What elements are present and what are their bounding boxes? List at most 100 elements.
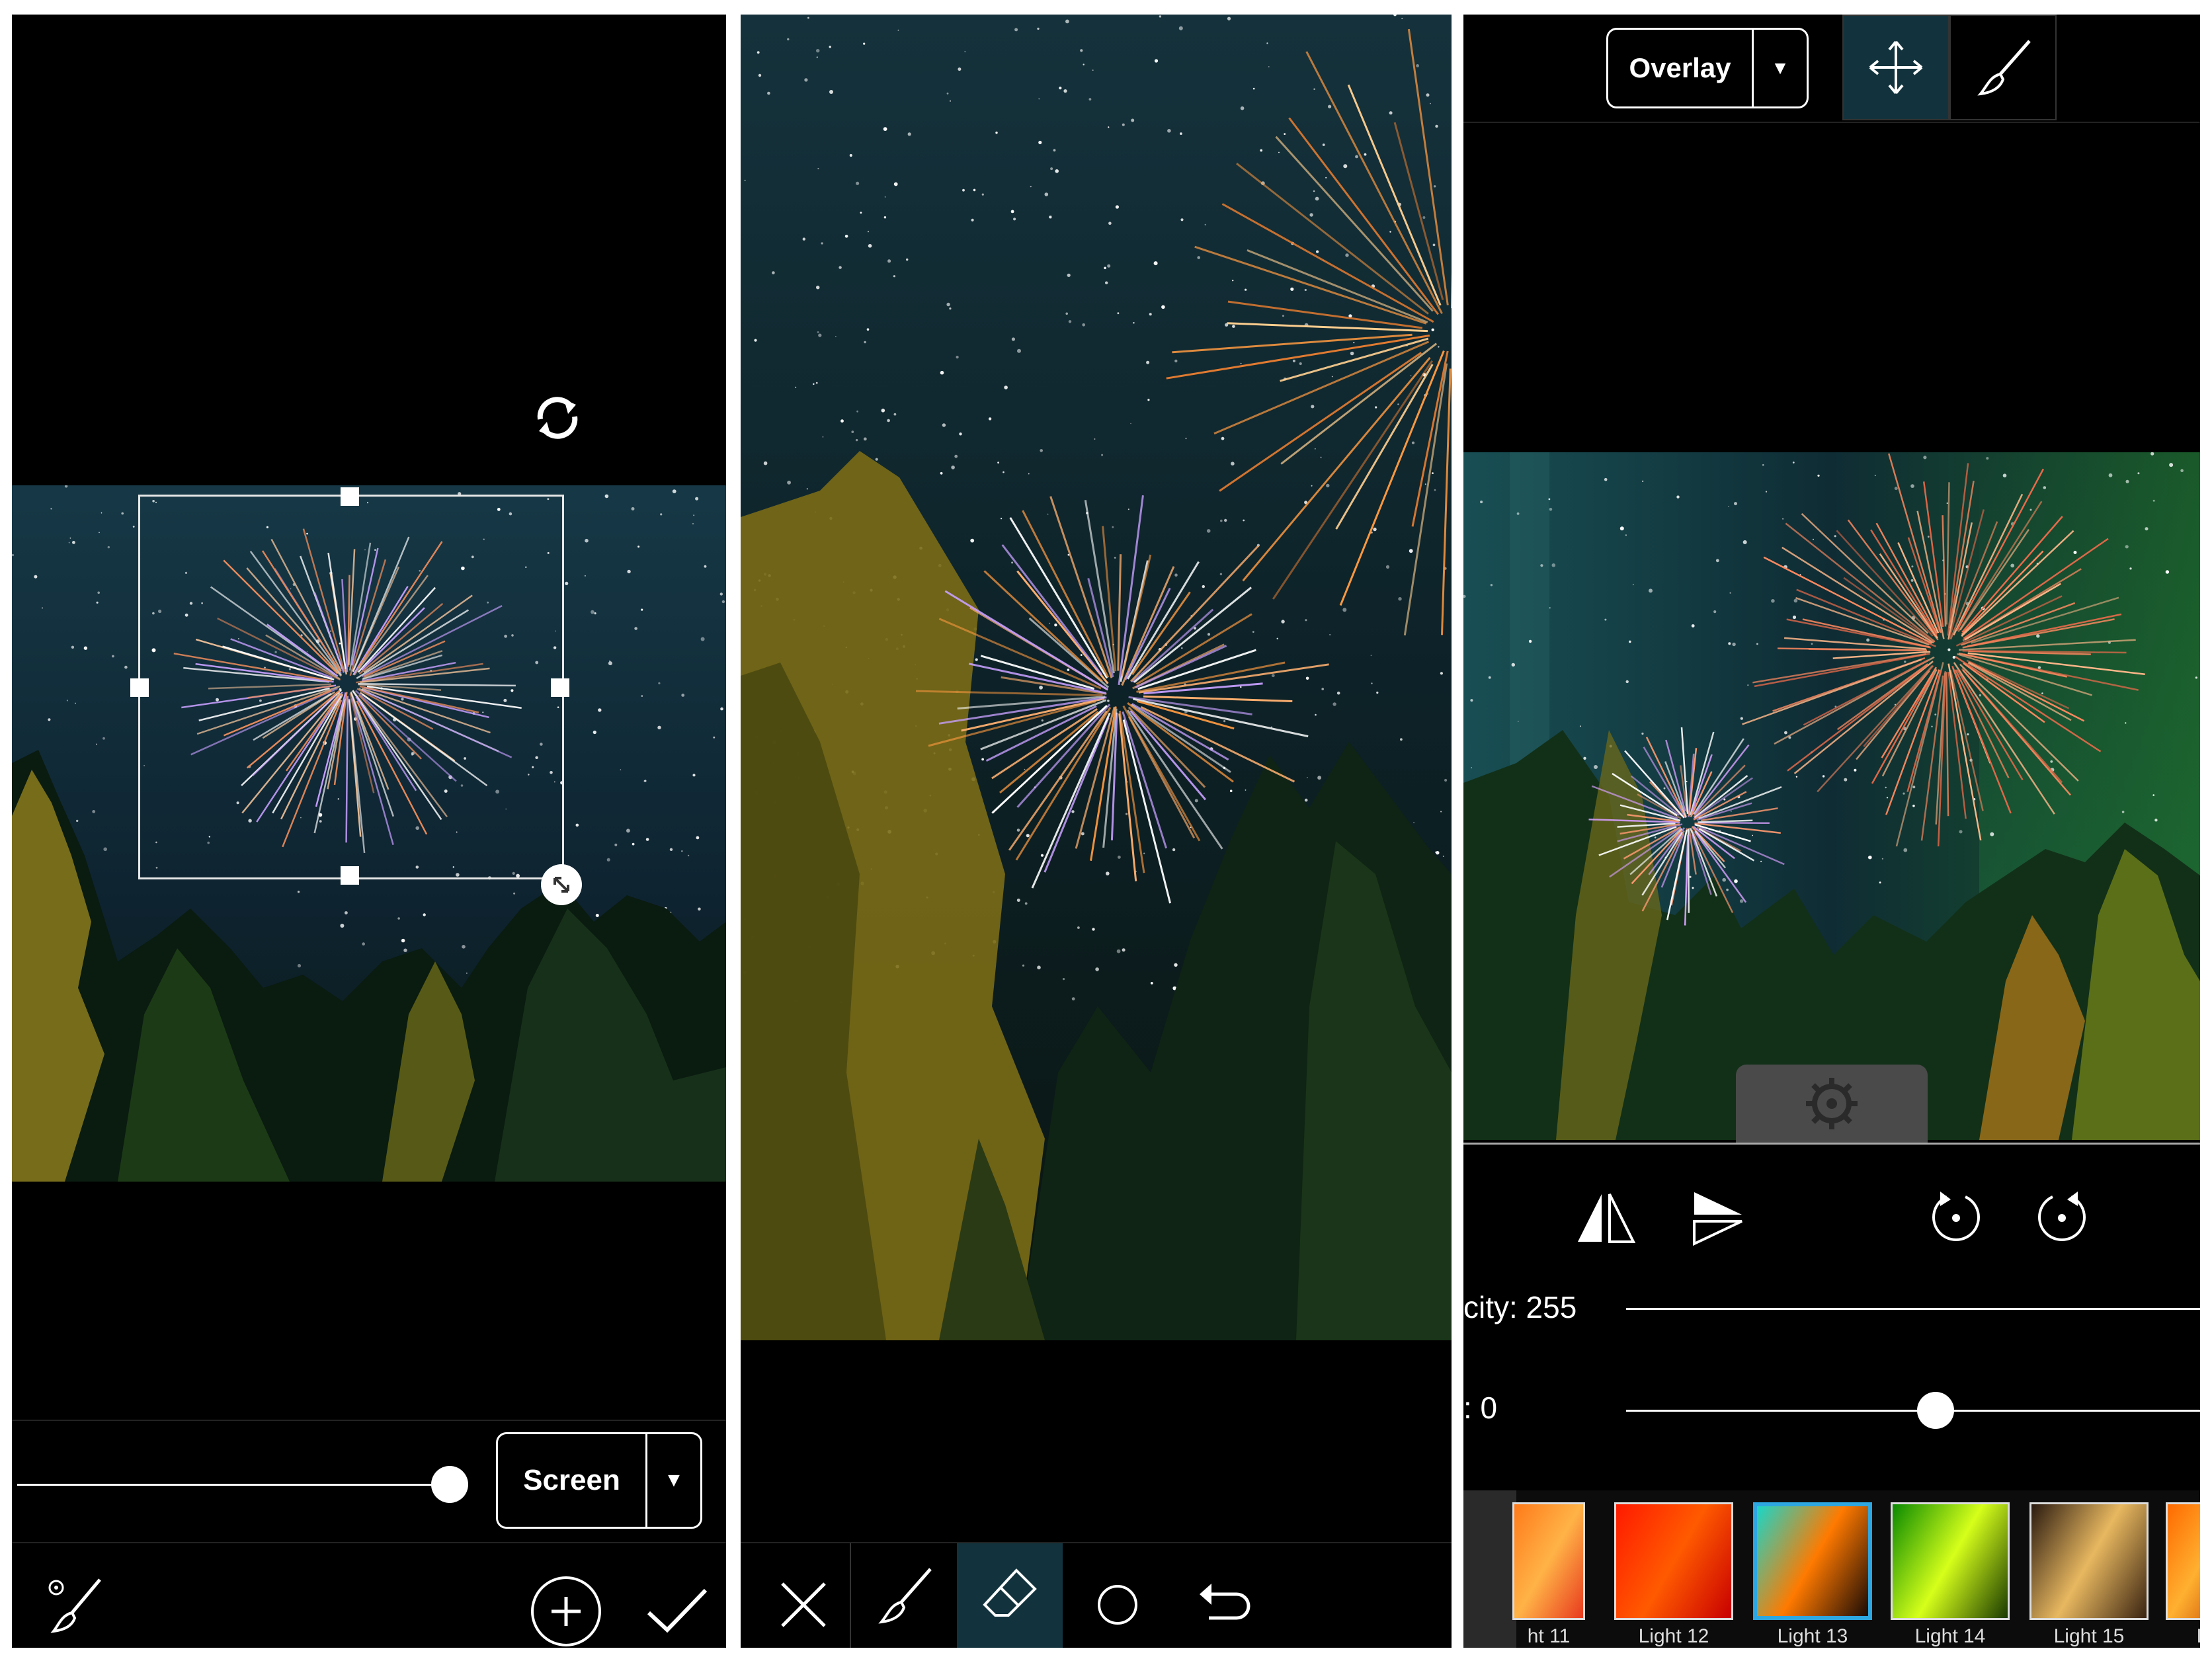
photo-canvas[interactable] — [1463, 452, 2200, 1140]
layer-bounding-box[interactable] — [138, 495, 564, 879]
star — [1739, 899, 1744, 903]
star — [1081, 832, 1085, 836]
thumbnail-item[interactable]: Light 12 — [1614, 1502, 1733, 1648]
star — [76, 819, 79, 823]
star — [695, 497, 699, 501]
star — [1422, 216, 1426, 219]
star — [2010, 563, 2015, 568]
star — [1817, 474, 1820, 477]
star — [875, 458, 878, 461]
star — [1016, 829, 1020, 832]
thumbnail-item[interactable]: L — [2166, 1502, 2200, 1648]
star — [1011, 337, 1015, 341]
star — [631, 507, 635, 510]
star — [1282, 315, 1285, 317]
star — [68, 542, 70, 544]
star — [637, 546, 640, 548]
star — [1153, 261, 1158, 266]
star — [1154, 59, 1159, 63]
close-icon[interactable] — [760, 1562, 846, 1648]
photo-canvas[interactable] — [741, 15, 1452, 1340]
handle-top[interactable] — [341, 487, 359, 506]
star — [1118, 856, 1121, 859]
star — [1442, 856, 1444, 857]
star — [1516, 512, 1520, 515]
star — [1105, 281, 1108, 284]
star — [1762, 464, 1764, 466]
star — [1290, 287, 1294, 291]
thumbnail-label: Light 14 — [1914, 1625, 1986, 1647]
star — [1734, 879, 1738, 883]
brush-icon[interactable] — [1949, 15, 2057, 120]
second-slider-track[interactable] — [1626, 1410, 2200, 1412]
flip-vertical-icon[interactable] — [1682, 1185, 1754, 1251]
checkmark-icon[interactable] — [640, 1575, 713, 1648]
star — [1116, 949, 1121, 953]
eraser-icon[interactable] — [957, 1543, 1063, 1648]
star — [1232, 325, 1235, 328]
star — [1122, 948, 1126, 952]
star — [864, 341, 866, 344]
star — [1106, 871, 1110, 875]
star — [1321, 688, 1324, 690]
brush-settings-icon[interactable] — [38, 1568, 111, 1641]
handle-right[interactable] — [551, 678, 569, 697]
star — [1161, 305, 1165, 309]
star — [1071, 997, 1075, 1000]
opacity-slider-track[interactable] — [17, 1484, 454, 1486]
star — [1185, 437, 1187, 440]
star — [1325, 177, 1327, 179]
opacity-slider-knob[interactable] — [431, 1466, 468, 1503]
star — [97, 591, 100, 594]
star — [1206, 529, 1211, 533]
star — [1088, 98, 1092, 101]
add-icon[interactable] — [531, 1576, 601, 1646]
star — [958, 67, 962, 71]
resize-icon[interactable] — [541, 864, 582, 905]
rotate-icon[interactable] — [528, 388, 587, 448]
star — [1219, 573, 1223, 575]
star — [2050, 760, 2053, 763]
rotate-right-icon[interactable] — [2026, 1185, 2098, 1251]
circle-icon[interactable] — [1078, 1562, 1157, 1648]
rotate-left-icon[interactable] — [1920, 1185, 1992, 1251]
star — [594, 612, 596, 615]
star — [1740, 717, 1743, 720]
opacity-slider-track[interactable] — [1626, 1308, 2200, 1310]
handle-bottom[interactable] — [341, 866, 359, 885]
brush-icon[interactable] — [850, 1543, 958, 1648]
undo-icon[interactable] — [1184, 1562, 1270, 1648]
star — [981, 758, 984, 761]
handle-left[interactable] — [130, 678, 149, 697]
thumbnail-label: Light 15 — [2053, 1625, 2125, 1647]
star — [2043, 486, 2047, 489]
thumbnail-label: Light 12 — [1638, 1625, 1709, 1647]
thumbnail-item[interactable]: ht 11 — [1512, 1502, 1585, 1648]
star — [1232, 280, 1234, 282]
star — [1313, 88, 1315, 91]
thumbnail-item[interactable]: Light 14 — [1891, 1502, 2010, 1648]
flip-horizontal-icon[interactable] — [1569, 1185, 1642, 1251]
second-slider-knob[interactable] — [1917, 1392, 1954, 1429]
settings-gear-tab[interactable] — [1736, 1065, 1928, 1143]
star — [1604, 618, 1607, 621]
star — [1691, 624, 1695, 627]
star — [1062, 978, 1065, 981]
star — [1931, 725, 1933, 728]
star — [1077, 926, 1080, 929]
star — [1692, 887, 1694, 889]
star — [1320, 456, 1322, 458]
thumbnail-item[interactable]: Light 15 — [2029, 1502, 2149, 1648]
star — [1927, 536, 1930, 538]
star — [1040, 854, 1044, 857]
star — [1488, 676, 1491, 679]
star — [693, 514, 695, 516]
star — [1946, 503, 1948, 504]
blend-mode-dropdown[interactable]: Screen ▼ — [496, 1432, 702, 1529]
star — [1054, 624, 1057, 627]
blend-mode-dropdown[interactable]: Overlay ▼ — [1606, 28, 1809, 108]
thumbnail-item[interactable]: Light 13 — [1753, 1502, 1872, 1648]
star — [1353, 342, 1355, 344]
star — [1583, 756, 1586, 760]
move-tool-icon[interactable] — [1842, 15, 1949, 120]
